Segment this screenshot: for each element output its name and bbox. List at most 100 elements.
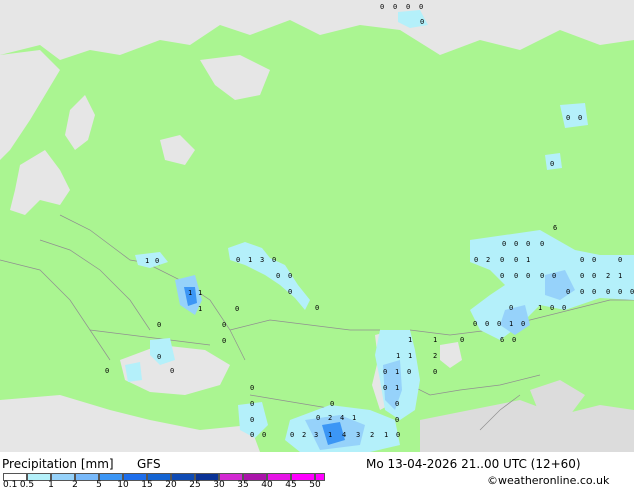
grid-value: 2 (606, 272, 610, 280)
grid-value: 2 (370, 431, 374, 439)
grid-value: 0 (288, 288, 292, 296)
grid-value: 0 (380, 3, 384, 11)
grid-value: 0 (250, 431, 254, 439)
legend-tick-label: 10 (117, 480, 129, 490)
grid-value: 0 (420, 18, 424, 26)
grid-value: 0 (393, 3, 397, 11)
grid-value: 2 (328, 414, 332, 422)
precip-area-north (560, 103, 588, 128)
grid-value: 0 (578, 114, 582, 122)
map-svg: 1 0 0 1 3 0 0 0 0 0 1 1 1 0 0 0 0 0 0 0 … (0, 0, 634, 452)
grid-value: 0 (155, 257, 159, 265)
grid-value: 1 (145, 257, 149, 265)
land-area (0, 0, 634, 452)
grid-value: 0 (250, 416, 254, 424)
grid-value: 0 (473, 320, 477, 328)
grid-value: 0 (521, 320, 525, 328)
grid-value: 0 (540, 240, 544, 248)
grid-value: 0 (288, 272, 292, 280)
legend-tick-label: 2 (72, 480, 78, 490)
grid-value: 1 (248, 256, 252, 264)
grid-value: 0 (276, 272, 280, 280)
grid-value: 1 (618, 272, 622, 280)
grid-value: 0 (514, 240, 518, 248)
grid-value: 1 (188, 289, 192, 297)
grid-value: 0 (395, 400, 399, 408)
grid-value: 3 (260, 256, 264, 264)
grid-value: 1 (384, 431, 388, 439)
legend-tick-label: 35 (237, 480, 249, 490)
model-name: GFS (137, 457, 161, 471)
valid-time: Mo 13-04-2026 21..00 UTC (12+60) (366, 457, 581, 471)
grid-value: 0 (562, 304, 566, 312)
grid-value: 0 (235, 305, 239, 313)
grid-value: 1 (198, 289, 202, 297)
grid-value: 0 (395, 416, 399, 424)
legend-tick-label: 30 (213, 480, 225, 490)
legend-tick-label: 1 (48, 480, 54, 490)
grid-value: 2 (302, 431, 306, 439)
grid-value: 0 (500, 272, 504, 280)
grid-value: 0 (540, 272, 544, 280)
grid-value: 1 (433, 336, 437, 344)
grid-value: 0 (290, 431, 294, 439)
grid-value: 0 (514, 272, 518, 280)
grid-value: 0 (550, 304, 554, 312)
grid-value: 0 (330, 400, 334, 408)
grid-value: 1 (328, 431, 332, 439)
grid-value: 0 (460, 336, 464, 344)
grid-value: 0 (396, 431, 400, 439)
grid-value: 0 (157, 321, 161, 329)
precipitation-map: 1 0 0 1 3 0 0 0 0 0 1 1 1 0 0 0 0 0 0 0 … (0, 0, 634, 452)
grid-value: 1 (526, 256, 530, 264)
grid-value: 0 (512, 336, 516, 344)
grid-value: 0 (580, 256, 584, 264)
grid-value: 0 (592, 288, 596, 296)
grid-value: 0 (383, 384, 387, 392)
legend-tick-label: 0.5 (19, 480, 35, 490)
grid-value: 0 (500, 256, 504, 264)
grid-value: 0 (262, 431, 266, 439)
grid-value: 0 (550, 160, 554, 168)
grid-value: 0 (407, 368, 411, 376)
grid-value: 1 (538, 304, 542, 312)
grid-value: 0 (592, 256, 596, 264)
legend-tick-label: 50 (309, 480, 321, 490)
grid-value: 1 (396, 352, 400, 360)
grid-value: 0 (580, 288, 584, 296)
grid-value: 0 (222, 337, 226, 345)
precip-title: Precipitation [mm] (2, 457, 114, 471)
grid-value: 0 (630, 288, 634, 296)
grid-value: 2 (433, 352, 437, 360)
grid-value: 1 (509, 320, 513, 328)
grid-value: 6 (500, 336, 504, 344)
grid-value: 0 (157, 353, 161, 361)
legend-tick-label: 45 (285, 480, 297, 490)
grid-value: 1 (408, 352, 412, 360)
grid-value: 0 (566, 114, 570, 122)
grid-value: 0 (406, 3, 410, 11)
legend-tick-label: 5 (96, 480, 102, 490)
grid-value: 3 (356, 431, 360, 439)
grid-value: 0 (316, 414, 320, 422)
grid-value: 0 (433, 368, 437, 376)
precip-area-balkan-2 (125, 362, 142, 382)
grid-value: 1 (395, 368, 399, 376)
grid-value: 1 (408, 336, 412, 344)
legend-tick-label: 25 (189, 480, 201, 490)
grid-value: 0 (474, 256, 478, 264)
grid-value: 0 (236, 256, 240, 264)
grid-value: 0 (618, 288, 622, 296)
grid-value: 0 (250, 400, 254, 408)
grid-value: 0 (618, 256, 622, 264)
grid-value: 0 (170, 367, 174, 375)
grid-value: 0 (383, 368, 387, 376)
grid-value: 6 (553, 224, 557, 232)
grid-value: 3 (314, 431, 318, 439)
grid-value: 0 (566, 288, 570, 296)
grid-value: 0 (272, 256, 276, 264)
grid-value: 0 (485, 320, 489, 328)
legend-tick-label: 40 (261, 480, 273, 490)
legend-ticks: 0.1 0.5 1 2 5 10 15 20 25 30 35 40 45 50 (0, 480, 340, 492)
grid-value: 0 (250, 384, 254, 392)
